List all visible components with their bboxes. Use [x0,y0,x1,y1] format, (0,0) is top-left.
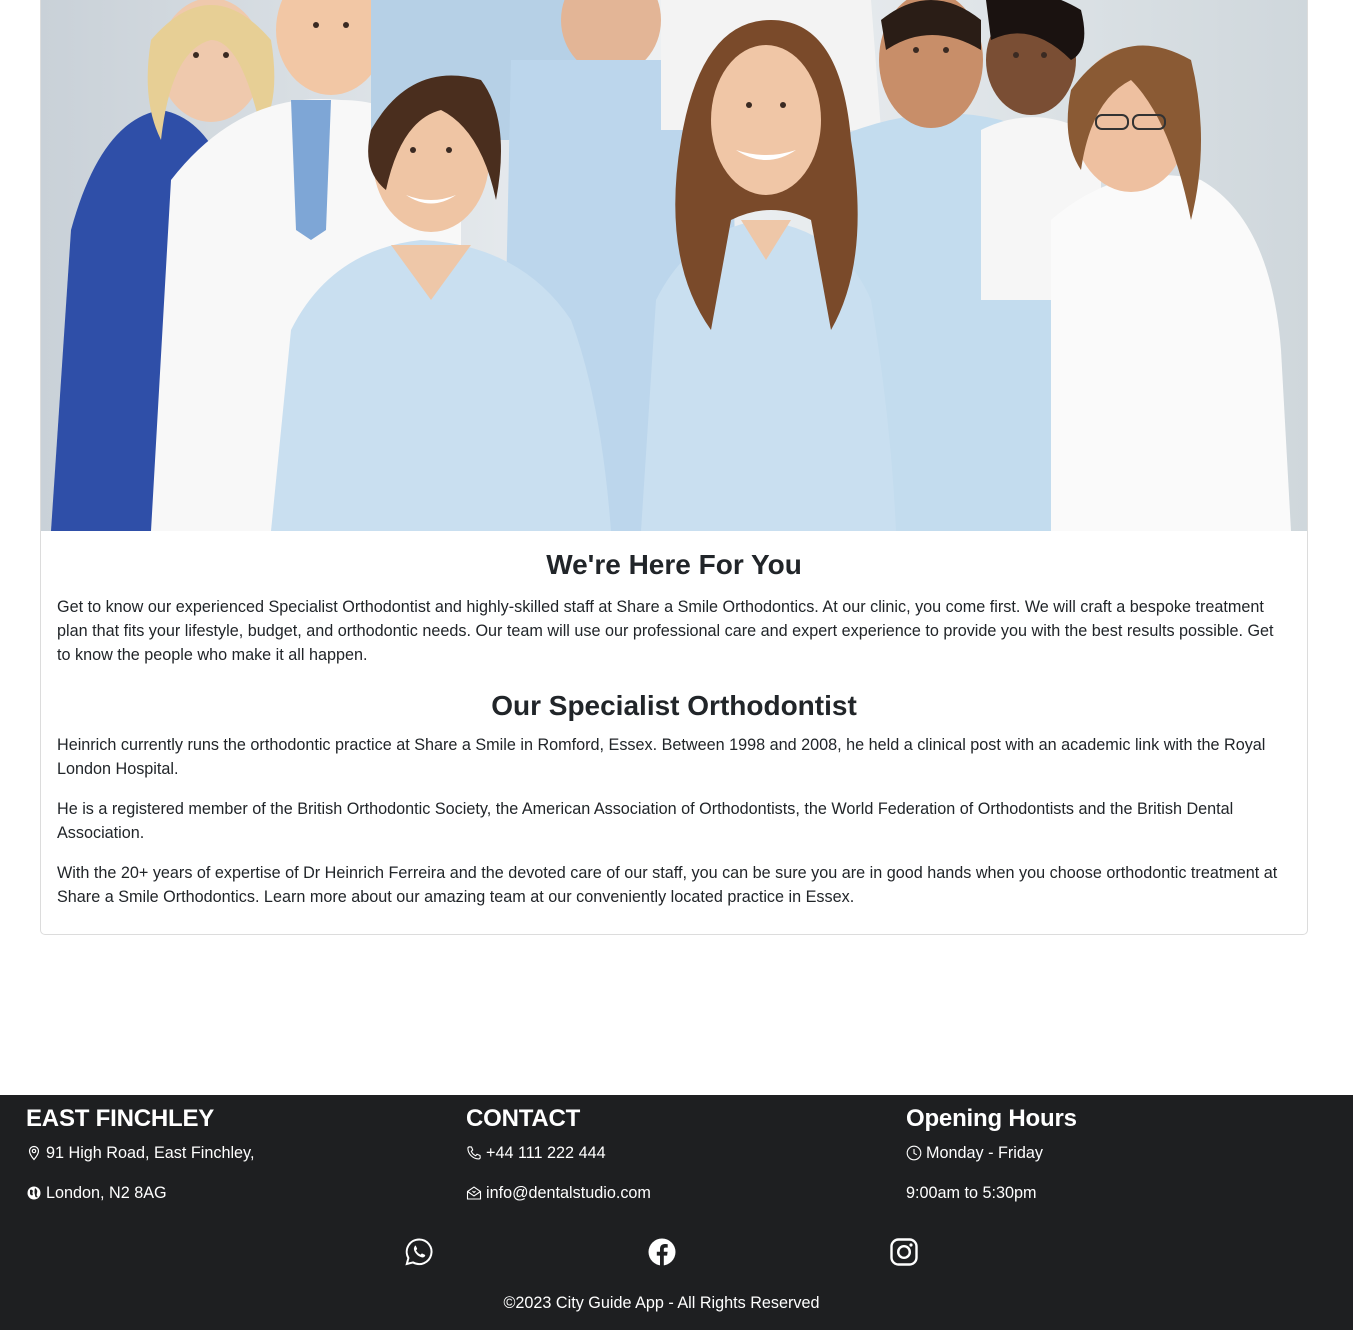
map-pin-icon [26,1145,42,1161]
hours-days: Monday - Friday [906,1142,1326,1164]
clock-icon [906,1145,922,1161]
team-photo-illustration [41,0,1307,531]
facebook-icon[interactable] [647,1237,677,1267]
contact-heading: CONTACT [466,1105,581,1132]
footer-location: EAST FINCHLEY 91 High Road, East Finchle… [26,1095,446,1204]
address-line-1-text: 91 High Road, East Finchley, [46,1143,255,1162]
instagram-icon[interactable] [889,1237,919,1267]
section-title: We're Here For You [546,549,802,580]
address-line-2: London, N2 8AG [26,1182,446,1204]
card-body: We're Here For You Get to know our exper… [57,531,1291,909]
hours-time: 9:00am to 5:30pm [906,1182,1326,1204]
hours-days-text: Monday - Friday [926,1143,1043,1162]
copyright-text: ©2023 City Guide App - All Rights Reserv… [503,1294,820,1312]
location-heading: EAST FINCHLEY [26,1105,215,1132]
footer-hours: Opening Hours Monday - Friday 9:00am to … [906,1095,1326,1204]
team-photo [41,0,1307,531]
specialist-paragraph-2: He is a registered member of the British… [57,800,1234,842]
email-row[interactable]: info@dentalstudio.com [466,1182,886,1204]
site-footer: EAST FINCHLEY 91 High Road, East Finchle… [0,1095,1353,1330]
whatsapp-icon[interactable] [404,1237,434,1267]
address-line-1: 91 High Road, East Finchley, [26,1142,446,1164]
specialist-paragraph-1: Heinrich currently runs the orthodontic … [57,736,1266,778]
phone-icon [466,1145,482,1161]
phone-link[interactable]: +44 111 222 444 [486,1144,606,1163]
hours-time-text: 9:00am to 5:30pm [906,1183,1037,1202]
specialist-paragraph-3: With the 20+ years of expertise of Dr He… [57,864,1278,906]
intro-paragraph: Get to know our experienced Specialist O… [57,598,1274,664]
team-card: We're Here For You Get to know our exper… [40,0,1308,935]
specialist-title: Our Specialist Orthodontist [491,690,857,721]
footer-contact: CONTACT +44 111 222 444 info@dentalstudi… [466,1095,886,1204]
envelope-icon [466,1185,482,1201]
globe-icon [26,1185,42,1201]
hours-heading: Opening Hours [906,1105,1077,1132]
email-link[interactable]: info@dentalstudio.com [486,1184,651,1203]
address-line-2-text: London, N2 8AG [46,1183,167,1202]
phone-row[interactable]: +44 111 222 444 [466,1142,886,1164]
